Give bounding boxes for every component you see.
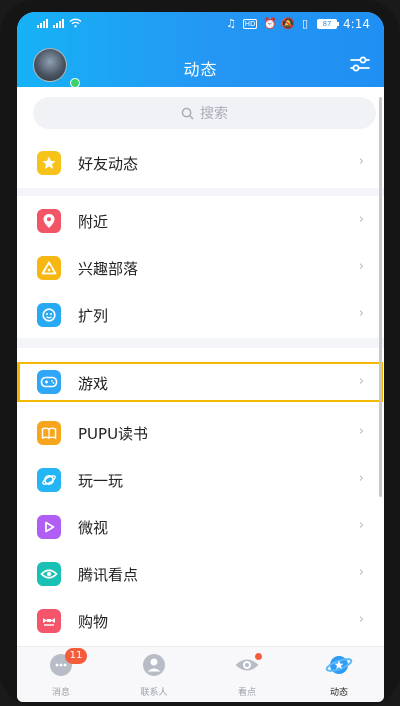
signal-icon	[53, 18, 64, 28]
alarm-icon: ⏰	[263, 17, 277, 30]
chevron-right-icon: ›	[358, 565, 364, 580]
main-content: 搜索 好友动态 › 附近 › 兴趣部落 › 扩列 › 游戏 › PUPU读书 ›…	[17, 87, 384, 646]
bottom-nav: 11 消息 联系人 看点 动态	[17, 646, 384, 702]
clock: 4:14	[343, 17, 370, 31]
list-item-label: 购物	[78, 613, 109, 631]
list-item-label: 好友动态	[78, 155, 139, 173]
list-item-tencent-kandian[interactable]: 腾讯看点 ›	[17, 550, 384, 597]
scrollbar[interactable]	[379, 97, 382, 497]
list-item-label: 兴趣部落	[78, 260, 139, 278]
list-item-play[interactable]: 玩一玩 ›	[17, 456, 384, 503]
chevron-right-icon: ›	[358, 212, 364, 227]
signal-icon	[37, 18, 48, 28]
search-icon	[181, 107, 194, 119]
page-title: 动态	[183, 60, 218, 79]
section-divider	[17, 338, 384, 348]
list-item-label: 微视	[78, 519, 109, 537]
notification-dot	[255, 653, 262, 660]
list-item-label: 附近	[78, 213, 109, 231]
list-item-label: 玩一玩	[78, 472, 124, 490]
chevron-right-icon: ›	[358, 424, 364, 439]
list-item-pupu-reading[interactable]: PUPU读书 ›	[17, 409, 384, 456]
tab-messages[interactable]: 11 消息	[31, 648, 91, 698]
tab-label: 联系人	[140, 688, 168, 698]
chevron-right-icon: ›	[358, 518, 364, 533]
battery-icon: 87	[317, 19, 340, 29]
search-placeholder: 搜索	[200, 106, 228, 122]
star-icon	[37, 151, 61, 175]
contacts-icon	[143, 654, 165, 676]
list-item-friend-feed[interactable]: 好友动态 ›	[17, 139, 384, 186]
book-icon	[37, 421, 61, 445]
list-item-label: 腾讯看点	[78, 566, 139, 584]
chevron-right-icon: ›	[358, 259, 364, 274]
list-item-label: PUPU读书	[78, 425, 149, 443]
location-pin-icon	[37, 209, 61, 233]
eye-icon	[37, 562, 61, 586]
triangle-icon	[37, 256, 61, 280]
vibrate-icon: ▯	[302, 17, 309, 30]
hd-icon: HD	[243, 19, 258, 29]
tab-feeds[interactable]: 动态	[309, 651, 369, 698]
headphone-icon: ♫	[226, 17, 236, 30]
section-divider	[17, 188, 384, 196]
shopping-bag-icon	[37, 609, 61, 633]
list-item-shopping[interactable]: 购物 ›	[17, 597, 384, 644]
status-left	[37, 18, 82, 28]
tab-contacts[interactable]: 联系人	[124, 651, 184, 698]
tab-label: 动态	[329, 688, 348, 698]
status-bar: ♫ HD ⏰ 🔕 ▯ 87 4:14	[17, 12, 384, 38]
search-bar[interactable]: 搜索	[33, 97, 376, 129]
header: ♫ HD ⏰ 🔕 ▯ 87 4:14 动态	[17, 12, 384, 88]
mute-icon: 🔕	[281, 17, 295, 30]
wifi-icon	[69, 18, 82, 28]
settings-sliders-icon[interactable]	[348, 52, 372, 76]
app-screen: ♫ HD ⏰ 🔕 ▯ 87 4:14 动态 搜索 好友动态 › 附近 › 兴趣部…	[17, 12, 384, 702]
status-right: ♫ HD ⏰ 🔕 ▯ 87 4:14	[225, 17, 370, 31]
planet-icon	[325, 656, 353, 674]
highlight-frame	[17, 362, 383, 402]
unread-badge: 11	[65, 648, 87, 664]
chevron-right-icon: ›	[358, 612, 364, 627]
chevron-right-icon: ›	[358, 471, 364, 486]
list-item-nearby[interactable]: 附近 ›	[17, 197, 384, 244]
chevron-right-icon: ›	[358, 154, 364, 169]
video-play-icon	[37, 515, 61, 539]
expand-icon	[37, 303, 61, 327]
list-item-interest-tribe[interactable]: 兴趣部落 ›	[17, 244, 384, 291]
tab-label: 看点	[237, 688, 256, 698]
planet-icon	[37, 468, 61, 492]
list-item-expand-friends[interactable]: 扩列 ›	[17, 291, 384, 338]
chevron-right-icon: ›	[358, 306, 364, 321]
list-item-weishi[interactable]: 微视 ›	[17, 503, 384, 550]
tab-kandian[interactable]: 看点	[217, 651, 277, 698]
tab-label: 消息	[51, 688, 70, 698]
list-item-label: 扩列	[78, 307, 109, 325]
